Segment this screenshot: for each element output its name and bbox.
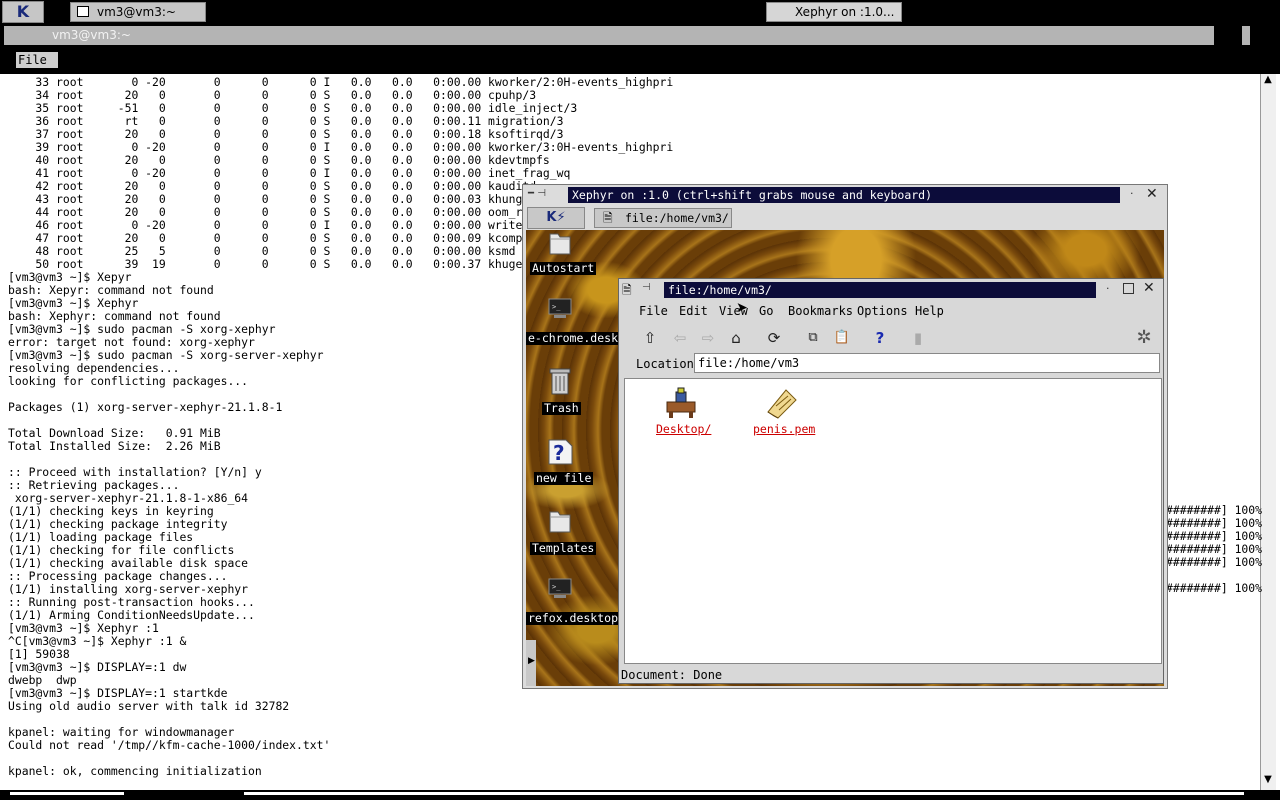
help-icon[interactable]: ? [870,328,890,348]
close-button[interactable]: ✕ [1143,280,1155,296]
menu-options[interactable]: Options [857,304,908,318]
taskbar-item-label: Xephyr on :1.0... [795,5,895,19]
scroll-up-arrow-icon[interactable]: ▲ [1262,74,1274,88]
minimize-button[interactable]: · [1106,282,1110,295]
terminal-icon[interactable]: >_ [548,298,576,326]
terminal-line: Total Installed Size: 2.26 MiB [8,439,221,453]
menu-go[interactable]: Go [759,304,773,318]
terminal-title: vm3@vm3:~ [52,28,131,42]
up-arrow-icon[interactable]: ⇧ [640,328,660,348]
trash-icon[interactable] [546,366,574,395]
file-label[interactable]: Desktop/ [656,422,711,436]
desktop-icon-label[interactable]: new file [534,472,594,485]
menu-help[interactable]: Help [915,304,944,318]
copy-icon[interactable]: ⧉ [803,328,823,348]
file-label[interactable]: penis.pem [753,422,815,436]
terminal-titlebar[interactable] [4,26,1276,45]
window-menu-icon[interactable]: ━ ⊣ [528,188,546,199]
status-segment [244,792,1244,795]
menu-file[interactable]: File [639,304,668,318]
desktop-folder-icon[interactable] [664,386,698,420]
menu-edit[interactable]: Edit [679,304,708,318]
reload-icon[interactable]: ⟳ [764,328,784,348]
konqueror-title: file:/home/vm3/ [668,283,772,297]
terminal-scrollbar[interactable] [1260,74,1276,790]
taskbar-item-label: vm3@vm3:~ [97,5,176,19]
taskbar-item-terminal[interactable]: vm3@vm3:~ [70,2,206,22]
paste-icon[interactable]: 📋 [832,328,852,348]
location-label: Location: [636,357,702,371]
minimize-button[interactable]: · [1130,187,1134,200]
terminal-line: looking for conflicting packages... [8,374,249,388]
desktop-icon-label[interactable]: Trash [542,402,581,415]
terminal-line: Could not read '/tmp//kfm-cache-1000/ind… [8,738,331,752]
file-manager-icon[interactable]: 🗎 [622,281,638,297]
forward-arrow-icon[interactable]: ⇨ [698,328,718,348]
folder-icon[interactable] [546,228,574,256]
close-button[interactable] [1250,26,1276,45]
folder-icon[interactable] [546,506,574,534]
taskbar-item-xephyr[interactable]: Xephyr on :1.0... [766,2,902,22]
file-view[interactable] [624,378,1162,664]
terminal-icon[interactable]: >_ [548,578,576,606]
xephyr-title: Xephyr on :1.0 (ctrl+shift grabs mouse a… [572,188,933,202]
file-manager-icon: 🗎 [603,211,613,225]
svg-text:>_: >_ [552,583,561,591]
sticky-pin-icon[interactable]: ⊣ [642,282,651,293]
kde-k-button[interactable]: K⚡ [527,207,585,229]
menu-bookmarks[interactable]: Bookmarks [788,304,853,318]
back-arrow-icon[interactable]: ⇦ [670,328,690,348]
mouse-cursor-icon: ➤ [736,300,748,316]
home-icon[interactable]: ⌂ [726,328,746,348]
desktop-icon-label[interactable]: refox.desktop [526,612,621,625]
svg-text:?: ? [553,441,565,465]
terminal-line: kpanel: ok, commencing initialization [8,764,262,778]
status-segment [10,792,124,795]
k-logo: K [546,210,557,225]
location-input[interactable]: file:/home/vm3 [694,353,1160,373]
terminal-line: Using old audio server with talk id 3278… [8,699,290,713]
desktop-icon-label[interactable]: Autostart [530,262,597,275]
progress-line: ########] 100% [1166,555,1263,569]
kde-task-label: file:/home/vm3/ [625,211,729,225]
gear-icon[interactable]: ✲ [1134,328,1154,348]
progress-line: ########] 100% [1166,581,1263,595]
stop-icon[interactable]: ▮ [908,328,928,348]
svg-text:>_: >_ [552,303,561,311]
question-icon[interactable]: ? [546,436,574,465]
kde-task-konqueror[interactable]: 🗎 file:/home/vm3/ [594,208,732,228]
minimize-button[interactable] [1214,26,1242,45]
menu-file[interactable]: File [16,52,58,68]
terminal-menubar [4,48,1276,70]
close-button[interactable]: ✕ [1146,186,1158,202]
status-bar: Document: Done [621,668,723,682]
terminal-icon [77,6,89,17]
expand-arrow-icon[interactable]: ▶ [528,656,535,666]
maximize-button[interactable] [1123,283,1134,294]
k-menu-button[interactable]: K [2,1,44,23]
desktop-icon-label[interactable]: Templates [530,542,597,555]
terminal-line: Packages (1) xorg-server-xephyr-21.1.8-1 [8,400,283,414]
scroll-down-arrow-icon[interactable]: ▼ [1262,774,1274,788]
document-icon[interactable] [764,386,798,420]
